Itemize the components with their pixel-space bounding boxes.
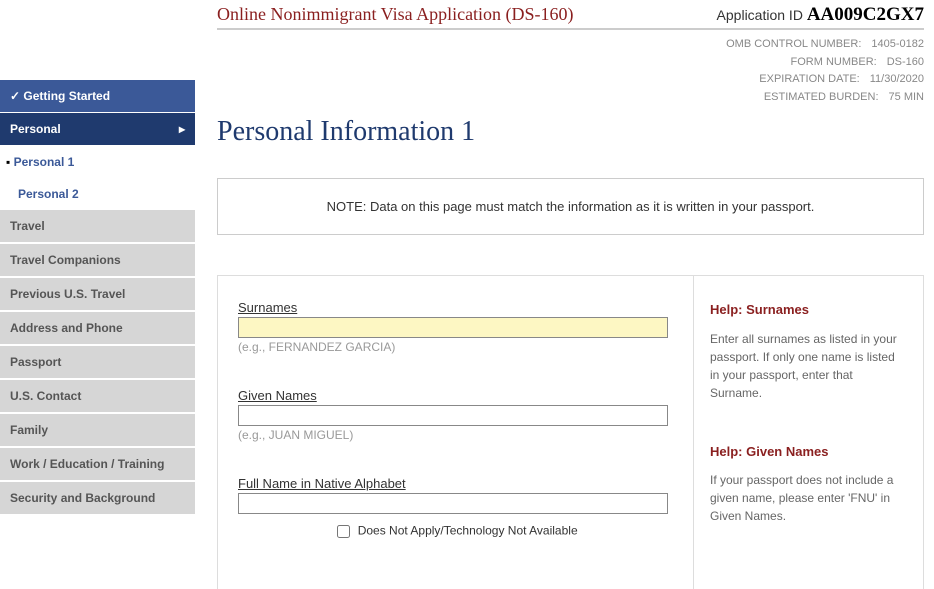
given-names-label: Given Names — [238, 388, 673, 403]
surnames-label: Surnames — [238, 300, 673, 315]
nav-security-background[interactable]: Security and Background — [0, 482, 195, 516]
passport-note: NOTE: Data on this page must match the i… — [217, 178, 924, 235]
form-fields: Surnames (e.g., FERNANDEZ GARCIA) Given … — [218, 276, 693, 589]
help-given-names: Help: Given Names If your passport does … — [710, 442, 907, 526]
nav-travel-companions[interactable]: Travel Companions — [0, 244, 195, 278]
nav-personal-1[interactable]: Personal 1 — [0, 146, 195, 178]
page-title: Personal Information 1 — [217, 116, 924, 148]
expiration-value: 11/30/2020 — [870, 73, 924, 85]
main-content: Online Nonimmigrant Visa Application (DS… — [195, 0, 934, 589]
surnames-hint: (e.g., FERNANDEZ GARCIA) — [238, 340, 673, 354]
help-surnames: Help: Surnames Enter all surnames as lis… — [710, 300, 907, 402]
given-names-hint: (e.g., JUAN MIGUEL) — [238, 428, 673, 442]
given-names-input[interactable] — [238, 405, 668, 426]
nav-personal[interactable]: Personal — [0, 113, 195, 146]
help-panel: Help: Surnames Enter all surnames as lis… — [693, 276, 923, 589]
help-given-names-body: If your passport does not include a give… — [710, 471, 907, 525]
omb-value: 1405-0182 — [871, 38, 924, 50]
nav-previous-us-travel[interactable]: Previous U.S. Travel — [0, 278, 195, 312]
omb-label: OMB CONTROL NUMBER: — [726, 38, 861, 50]
nav-personal-2[interactable]: Personal 2 — [0, 178, 195, 210]
burden-label: ESTIMATED BURDEN: — [764, 91, 879, 103]
application-id: Application ID AA009C2GX7 — [717, 4, 924, 26]
nav-passport[interactable]: Passport — [0, 346, 195, 380]
help-surnames-body: Enter all surnames as listed in your pas… — [710, 330, 907, 402]
form-meta: OMB CONTROL NUMBER: 1405-0182 FORM NUMBER… — [217, 36, 924, 106]
nav-travel[interactable]: Travel — [0, 210, 195, 244]
nav-address-phone[interactable]: Address and Phone — [0, 312, 195, 346]
sidebar: Getting Started Personal Personal 1 Pers… — [0, 0, 195, 589]
application-id-label: Application ID — [717, 7, 807, 23]
field-given-names: Given Names (e.g., JUAN MIGUEL) — [238, 388, 673, 442]
form-number-label: FORM NUMBER: — [791, 56, 877, 68]
field-surnames: Surnames (e.g., FERNANDEZ GARCIA) — [238, 300, 673, 354]
nav-family[interactable]: Family — [0, 414, 195, 448]
nav-getting-started[interactable]: Getting Started — [0, 80, 195, 113]
app-title: Online Nonimmigrant Visa Application (DS… — [217, 4, 574, 25]
application-id-value: AA009C2GX7 — [807, 4, 924, 25]
surnames-input[interactable] — [238, 317, 668, 338]
nav-us-contact[interactable]: U.S. Contact — [0, 380, 195, 414]
help-surnames-title: Help: Surnames — [710, 300, 907, 320]
na-checkbox-label: Does Not Apply/Technology Not Available — [358, 524, 578, 538]
native-name-label: Full Name in Native Alphabet — [238, 476, 673, 491]
na-checkbox[interactable] — [337, 525, 350, 538]
burden-value: 75 MIN — [889, 91, 924, 103]
help-given-names-title: Help: Given Names — [710, 442, 907, 462]
native-name-input[interactable] — [238, 493, 668, 514]
nav-work-education[interactable]: Work / Education / Training — [0, 448, 195, 482]
field-native-name: Full Name in Native Alphabet — [238, 476, 673, 514]
expiration-label: EXPIRATION DATE: — [759, 73, 859, 85]
na-checkbox-row: Does Not Apply/Technology Not Available — [238, 522, 673, 541]
form-number-value: DS-160 — [887, 56, 924, 68]
